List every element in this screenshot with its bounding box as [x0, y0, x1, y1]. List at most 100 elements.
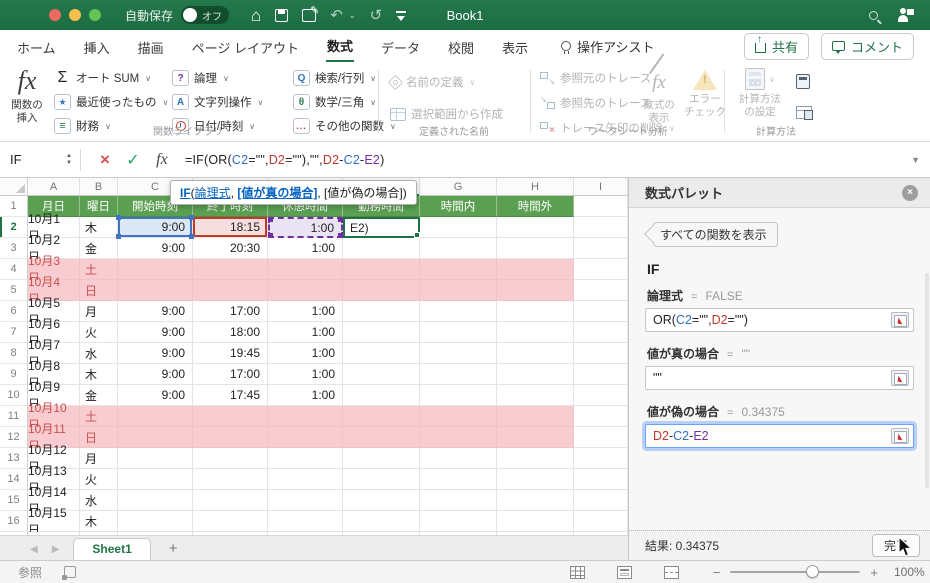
cell-E2[interactable]: 1:00 — [268, 217, 343, 238]
ribbon-text-ops-button[interactable]: A 文字列操作 ∨ — [172, 92, 263, 112]
cell-E14[interactable] — [268, 469, 343, 490]
customize-toolbar-icon[interactable] — [396, 11, 407, 21]
row-header-8[interactable]: 8 — [0, 343, 28, 364]
cell-H4[interactable] — [497, 259, 574, 280]
col-header-H[interactable]: H — [497, 178, 574, 195]
range-picker-icon[interactable] — [891, 312, 909, 328]
add-sheet-button[interactable]: + — [169, 541, 178, 556]
cell-I9[interactable] — [574, 364, 628, 385]
cell-F13[interactable] — [343, 448, 420, 469]
cell-I12[interactable] — [574, 427, 628, 448]
cell-B7[interactable]: 火 — [80, 322, 118, 343]
cell-C9[interactable]: 9:00 — [118, 364, 193, 385]
panel-scrollbar[interactable] — [925, 273, 929, 488]
cell-I7[interactable] — [574, 322, 628, 343]
tab-ホーム[interactable]: ホーム — [16, 31, 57, 62]
prev-sheet-icon[interactable]: ◀ — [30, 544, 38, 555]
cell-F11[interactable] — [343, 406, 420, 427]
cell-G9[interactable] — [420, 364, 497, 385]
selection-handle[interactable] — [338, 217, 343, 222]
cell-I10[interactable] — [574, 385, 628, 406]
cell-B6[interactable]: 月 — [80, 301, 118, 322]
cell-F12[interactable] — [343, 427, 420, 448]
cell-B4[interactable]: 土 — [80, 259, 118, 280]
cell-C2[interactable]: 9:00 — [116, 215, 194, 239]
cell-H1[interactable]: 時間外 — [497, 196, 574, 217]
cell-H7[interactable] — [497, 322, 574, 343]
name-box-stepper[interactable]: ▲ ▼ — [66, 153, 72, 166]
tab-挿入[interactable]: 挿入 — [83, 31, 111, 62]
cell-E15[interactable] — [268, 490, 343, 511]
cell-E11[interactable] — [268, 406, 343, 427]
cell-E3[interactable]: 1:00 — [268, 238, 343, 259]
cell-G16[interactable] — [420, 511, 497, 532]
cell-E6[interactable]: 1:00 — [268, 301, 343, 322]
cell-I2[interactable] — [574, 217, 628, 238]
col-header-A[interactable]: A — [28, 178, 80, 195]
row-header-9[interactable]: 9 — [0, 364, 28, 385]
col-header-G[interactable]: G — [420, 178, 497, 195]
cell-D14[interactable] — [193, 469, 268, 490]
cell-G6[interactable] — [420, 301, 497, 322]
col-header-B[interactable]: B — [80, 178, 118, 195]
cell-B13[interactable]: 月 — [80, 448, 118, 469]
page-break-view-icon[interactable] — [663, 565, 679, 579]
cell-G15[interactable] — [420, 490, 497, 511]
cell-E12[interactable] — [268, 427, 343, 448]
zoom-in-button[interactable]: + — [870, 565, 878, 580]
cell-C11[interactable] — [118, 406, 193, 427]
row-header-7[interactable]: 7 — [0, 322, 28, 343]
cell-C6[interactable]: 9:00 — [118, 301, 193, 322]
cell-D8[interactable]: 19:45 — [193, 343, 268, 364]
ribbon-calculate-now-button[interactable] — [796, 74, 810, 92]
cell-D2[interactable]: 18:15 — [193, 217, 268, 238]
cell-I15[interactable] — [574, 490, 628, 511]
cell-F15[interactable] — [343, 490, 420, 511]
save-icon[interactable] — [275, 8, 289, 22]
insert-function-fx-button[interactable]: fx — [147, 151, 177, 169]
cell-H12[interactable] — [497, 427, 574, 448]
cell-G11[interactable] — [420, 406, 497, 427]
cell-I3[interactable] — [574, 238, 628, 259]
redo-icon[interactable]: ↺ — [370, 8, 383, 23]
cell-F7[interactable] — [343, 322, 420, 343]
cell-G5[interactable] — [420, 280, 497, 301]
zoom-window-button[interactable] — [89, 9, 101, 21]
cell-I16[interactable] — [574, 511, 628, 532]
field-input-text[interactable]: D2-C2-E2 — [653, 429, 891, 443]
cell-I5[interactable] — [574, 280, 628, 301]
cell-F8[interactable] — [343, 343, 420, 364]
cell-H3[interactable] — [497, 238, 574, 259]
cancel-entry-button[interactable]: × — [91, 150, 119, 170]
selection-handle[interactable] — [116, 215, 121, 220]
ribbon-show-formulas-button[interactable]: fx 数式の 表示 — [636, 70, 682, 125]
cell-E5[interactable] — [268, 280, 343, 301]
row-header-2[interactable]: 2 — [0, 217, 28, 238]
name-box[interactable]: IF — [0, 152, 66, 167]
show-all-functions-button[interactable]: すべての関数を表示 — [653, 222, 778, 247]
cell-I1[interactable] — [574, 196, 628, 217]
cell-I4[interactable] — [574, 259, 628, 280]
cell-B5[interactable]: 日 — [80, 280, 118, 301]
cell-A16[interactable]: 10月15日 — [28, 506, 80, 535]
cell-C4[interactable] — [118, 259, 193, 280]
cell-C16[interactable] — [118, 511, 193, 532]
ribbon-error-check-button[interactable]: エラー チェック — [682, 70, 728, 119]
tell-me-assist[interactable]: 操作アシスト — [561, 37, 655, 56]
cell-E13[interactable] — [268, 448, 343, 469]
cell-G8[interactable] — [420, 343, 497, 364]
cell-G3[interactable] — [420, 238, 497, 259]
cell-D6[interactable]: 17:00 — [193, 301, 268, 322]
account-icon[interactable] — [898, 8, 914, 22]
cell-C5[interactable] — [118, 280, 193, 301]
cell-G10[interactable] — [420, 385, 497, 406]
field-input-text[interactable]: "" — [653, 371, 891, 385]
field-input-1[interactable]: "" — [645, 366, 914, 390]
cell-B2[interactable]: 木 — [80, 217, 118, 238]
cell-B16[interactable]: 木 — [80, 511, 118, 532]
cell-G2[interactable] — [420, 217, 497, 238]
cell-D9[interactable]: 17:00 — [193, 364, 268, 385]
row-header-6[interactable]: 6 — [0, 301, 28, 322]
col-header-I[interactable]: I — [574, 178, 628, 195]
row-header-12[interactable]: 12 — [0, 427, 28, 448]
